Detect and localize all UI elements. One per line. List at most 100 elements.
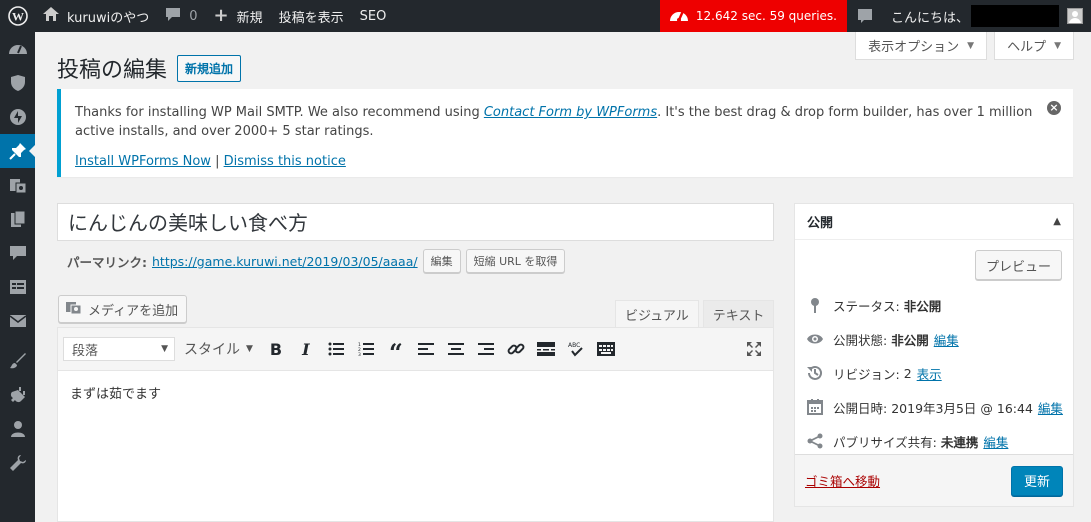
view-post-link[interactable]: 投稿を表示 (271, 0, 352, 32)
collapse-arrow-icon[interactable]: ▲ (1053, 216, 1061, 227)
publicize-edit-link[interactable]: 編集 (983, 432, 1008, 451)
bold-icon[interactable]: B (261, 334, 291, 364)
toolbar-toggle-icon[interactable] (591, 334, 621, 364)
chevron-down-icon: ▼ (161, 344, 168, 354)
add-media-icon (65, 299, 83, 319)
svg-text:W: W (12, 10, 24, 24)
visibility-edit-link[interactable]: 編集 (934, 330, 959, 349)
edit-slug-button[interactable]: 編集 (422, 249, 461, 273)
blockquote-icon[interactable]: “ (381, 334, 411, 365)
align-center-icon[interactable] (441, 334, 471, 364)
screen-meta-links: 表示オプション ▼ ヘルプ ▼ (855, 32, 1074, 60)
my-account-menu[interactable]: こんにちは、 (883, 0, 1091, 32)
pages-icon[interactable] (0, 202, 35, 236)
publish-box: 公開 ▲ プレビュー ステータス: 非公開 公開状態: 非公開 編集 リビジョン… (794, 203, 1074, 507)
notice-separator: | (215, 154, 220, 169)
tools-wrench-icon[interactable] (0, 446, 35, 480)
site-name: kuruwiのやつ (67, 10, 150, 26)
permalink-url[interactable]: https://game.kuruwi.net/2019/03/05/aaaa/ (152, 254, 418, 269)
posts-pin-icon[interactable] (0, 134, 35, 168)
shield-icon[interactable] (0, 66, 35, 100)
help-label: ヘルプ (1007, 40, 1047, 55)
align-left-icon[interactable] (411, 334, 441, 364)
avatar (1067, 8, 1083, 24)
admin-menu (0, 32, 35, 522)
greeting-text: こんにちは、 (890, 10, 969, 26)
styles-label: スタイル (184, 342, 240, 358)
revisions-label: リビジョン: (833, 366, 900, 382)
revisions-view-link[interactable]: 表示 (917, 364, 942, 383)
feedback-icon[interactable] (0, 270, 35, 304)
media-icon[interactable] (0, 168, 35, 202)
add-media-label: メディアを追加 (88, 303, 179, 319)
editor-content[interactable]: まずは茹でます (58, 371, 773, 414)
tab-visual[interactable]: ビジュアル (615, 300, 699, 327)
italic-icon[interactable]: I (291, 334, 321, 364)
comments-count: 0 (189, 8, 198, 24)
dismiss-close-icon[interactable]: × (1047, 101, 1061, 115)
move-to-trash-link[interactable]: ゴミ箱へ移動 (805, 471, 880, 490)
users-icon[interactable] (0, 412, 35, 446)
publish-misc: ステータス: 非公開 公開状態: 非公開 編集 リビジョン: 2 表示 公開日時… (805, 288, 1065, 458)
visibility-row: 公開状態: 非公開 編集 (805, 322, 1065, 356)
wordpress-logo-icon[interactable]: W (0, 0, 35, 32)
contact-form-link[interactable]: Contact Form by WPForms (484, 105, 657, 120)
revisions-row: リビジョン: 2 表示 (805, 356, 1065, 390)
align-right-icon[interactable] (471, 334, 501, 364)
admin-bar: W kuruwiのやつ 0 + 新規 投稿を表示 SEO 12.642 sec.… (0, 0, 1091, 32)
date-value: 2019年3月5日 @ 16:44 (891, 400, 1033, 416)
update-button[interactable]: 更新 (1010, 465, 1063, 496)
caret-down-icon: ▼ (1054, 40, 1061, 51)
format-select-value: 段落 (72, 343, 99, 359)
performance-text: 12.642 sec. 59 queries. (695, 9, 837, 23)
get-shortlink-button[interactable]: 短縮 URL を取得 (465, 249, 566, 273)
performance-indicator[interactable]: 12.642 sec. 59 queries. (659, 0, 847, 32)
caret-down-icon: ▼ (967, 40, 975, 51)
format-select[interactable]: 段落 ▼ (63, 337, 175, 361)
appearance-brush-icon[interactable] (0, 344, 35, 378)
date-edit-link[interactable]: 編集 (1038, 398, 1063, 417)
page-heading: 投稿の編集 新規追加 (57, 52, 242, 84)
plus-icon: + (213, 5, 229, 26)
date-row: 公開日時: 2019年3月5日 @ 16:44 編集 (805, 390, 1065, 424)
publicize-label: パブリサイズ共有: (833, 434, 937, 450)
read-more-icon[interactable] (531, 334, 561, 364)
dashboard-icon[interactable] (0, 32, 35, 66)
fullscreen-icon[interactable] (739, 334, 769, 364)
screen-options-label: 表示オプション (868, 40, 960, 55)
jetpack-icon[interactable] (0, 100, 35, 134)
numbered-list-icon[interactable]: 123 (351, 334, 381, 364)
home-icon (43, 7, 59, 25)
screen-options-button[interactable]: 表示オプション ▼ (855, 32, 988, 60)
notification-icon[interactable] (847, 0, 883, 32)
preview-button[interactable]: プレビュー (974, 250, 1062, 280)
speedometer-icon (668, 6, 690, 27)
permalink-label: パーマリンク: (67, 254, 147, 270)
plugins-icon[interactable] (0, 378, 35, 412)
new-content-menu[interactable]: + 新規 (205, 0, 270, 32)
visibility-value: 非公開 (891, 332, 929, 348)
comment-icon (165, 7, 181, 26)
add-new-button[interactable]: 新規追加 (177, 54, 242, 82)
comments-icon[interactable] (0, 236, 35, 270)
help-button[interactable]: ヘルプ ▼ (994, 32, 1074, 60)
publish-box-header[interactable]: 公開 ▲ (795, 204, 1073, 240)
add-media-button[interactable]: メディアを追加 (58, 295, 188, 323)
mail-icon[interactable] (0, 304, 35, 338)
seo-menu[interactable]: SEO (352, 0, 395, 32)
dismiss-notice-link[interactable]: Dismiss this notice (224, 154, 346, 169)
install-wpforms-link[interactable]: Install WPForms Now (75, 154, 211, 169)
publicize-value: 未連携 (940, 434, 979, 450)
share-icon (805, 433, 825, 449)
svg-text:ABC: ABC (568, 342, 580, 349)
publish-box-title: 公開 (807, 216, 834, 231)
spellcheck-icon[interactable]: ABC (561, 334, 591, 364)
comments-menu[interactable]: 0 (157, 0, 205, 32)
bullet-list-icon[interactable] (321, 334, 351, 364)
styles-dropdown[interactable]: スタイル ▼ (184, 339, 253, 359)
link-icon[interactable] (501, 334, 531, 364)
new-label: 新規 (236, 10, 263, 26)
post-title-input[interactable]: にんじんの美味しい食べ方 (57, 203, 774, 241)
site-name-menu[interactable]: kuruwiのやつ (35, 0, 157, 32)
tab-text[interactable]: テキスト (702, 300, 775, 327)
